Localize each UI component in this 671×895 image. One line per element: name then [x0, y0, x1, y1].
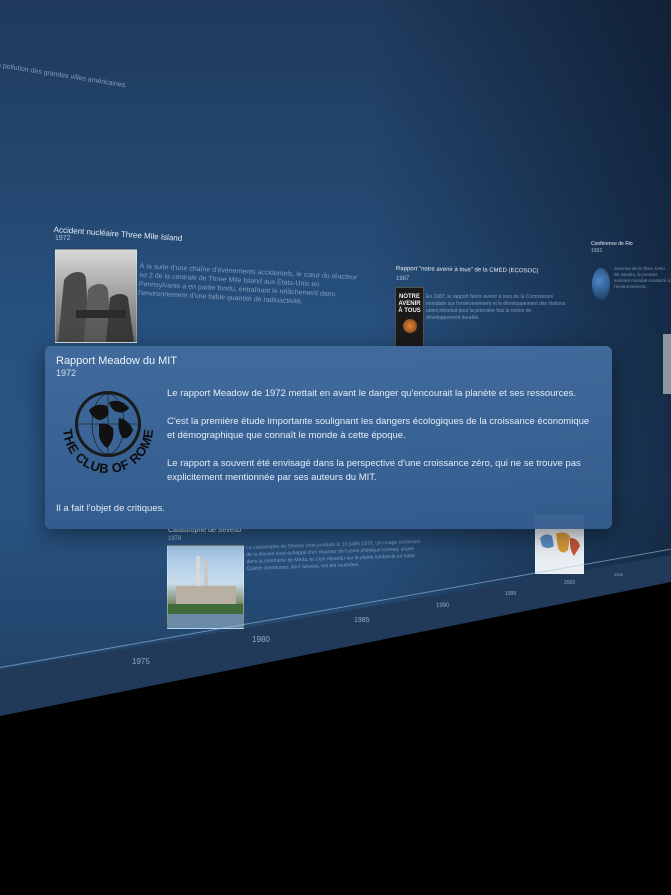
event-year: 1992	[591, 248, 603, 254]
card-year: 1972	[56, 368, 77, 378]
globe-icon	[402, 319, 417, 333]
book-cover-image[interactable]: NOTRE AVENIR À TOUS	[395, 287, 424, 347]
event-description: Sommet de la Terre à Rio de Janeiro, le …	[614, 266, 671, 289]
three-mile-island-photo[interactable]	[55, 249, 137, 343]
edge-thumbnail	[663, 334, 671, 394]
card-paragraph: C'est la première étude importante souli…	[167, 416, 590, 441]
earth-icon	[592, 268, 610, 300]
factory-image	[168, 556, 243, 628]
axis-tick-label: 1990	[436, 603, 450, 609]
event-description: La catastrophe de Seveso s'est produite …	[246, 538, 421, 572]
card-paragraph: Le rapport a souvent été envisagé dans l…	[167, 458, 581, 483]
event-year: 1976	[168, 536, 182, 542]
axis-tick-label: 2005	[614, 572, 623, 577]
axis-tick-label: 1985	[354, 617, 370, 624]
axis-tick-label: 1980	[252, 635, 270, 644]
seveso-factory-photo[interactable]	[167, 545, 244, 629]
book-cover-line: À TOUS	[398, 308, 421, 314]
book-cover-line: NOTRE	[399, 294, 420, 300]
event-year: 1987	[396, 276, 410, 282]
axis-tick-label: 1995	[505, 591, 517, 597]
event-title: Conférence de Rio	[591, 241, 633, 247]
event-detail-card[interactable]: Rapport Meadow du MIT 1972 THE CLUB OF R…	[45, 346, 612, 529]
cooling-towers-image	[58, 272, 134, 342]
card-footer-text: Il a fait l'objet de critiques.	[56, 503, 166, 514]
card-body: Le rapport Meadow de 1972 mettait en ava…	[167, 387, 599, 499]
event-year: 1972	[55, 235, 71, 242]
card-paragraph: Le rapport Meadow de 1972 mettait en ava…	[167, 388, 576, 399]
event-description: En 1987, le rapport Notre avenir à tous …	[426, 294, 566, 321]
card-title: Rapport Meadow du MIT	[56, 355, 178, 367]
axis-tick-label: 1975	[132, 657, 150, 666]
axis-tick-label: 2000	[564, 580, 576, 586]
club-of-rome-logo: THE CLUB OF ROME	[60, 391, 156, 476]
book-cover-line: AVENIR	[398, 301, 421, 307]
